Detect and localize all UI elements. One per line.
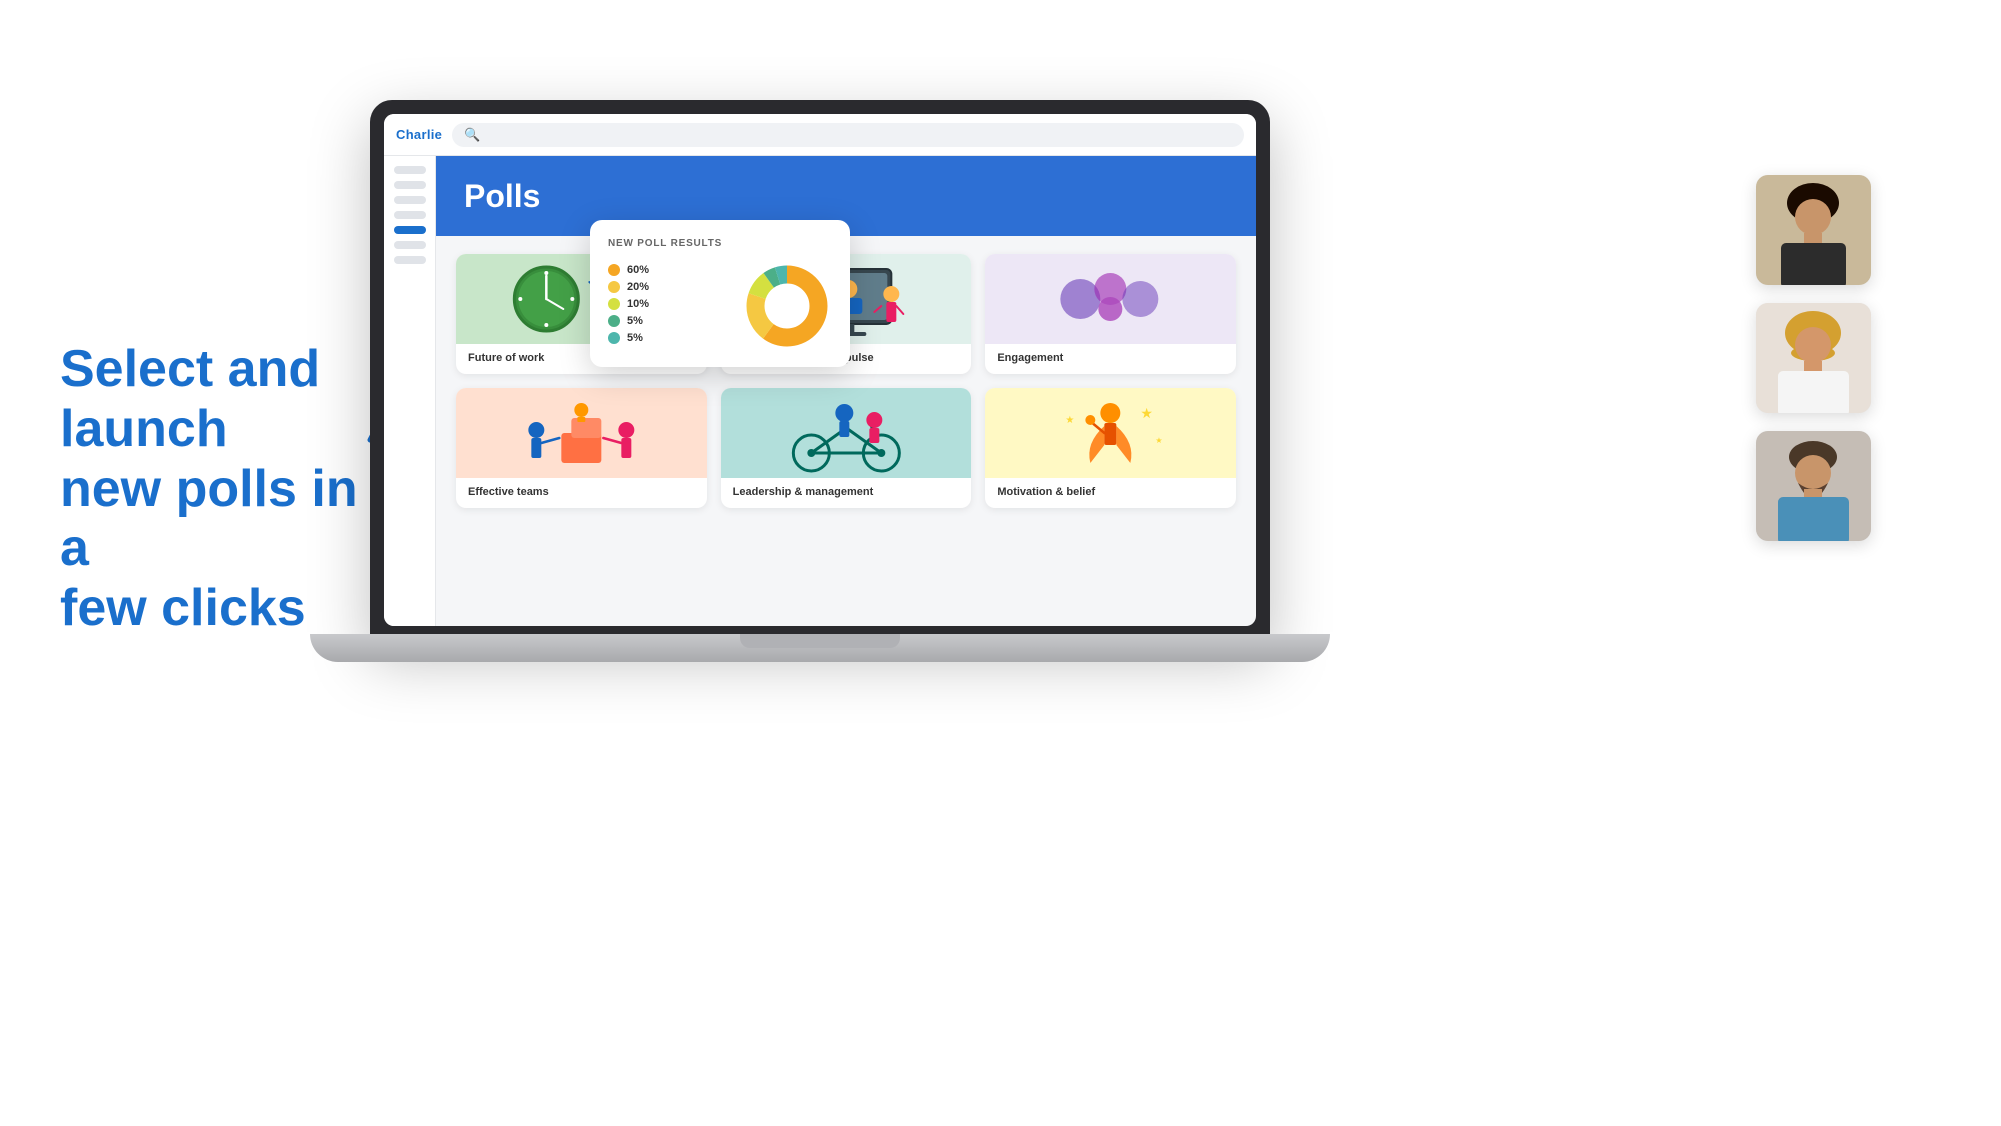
sidebar-item-5-active[interactable] xyxy=(394,226,426,234)
legend-dot-0 xyxy=(608,264,620,276)
card-image-motivation: ★ ★ ★ xyxy=(985,388,1236,478)
search-icon: 🔍 xyxy=(464,127,480,143)
laptop-notch xyxy=(740,634,900,648)
svg-text:★: ★ xyxy=(1066,415,1075,426)
laptop-screen-frame: Charlie 🔍 xyxy=(370,100,1270,640)
poll-card-effective-teams[interactable]: Effective teams xyxy=(456,388,707,508)
avatars-right xyxy=(1756,175,1871,541)
card-image-effective-teams xyxy=(456,388,707,478)
poll-card-engagement[interactable]: Engagement xyxy=(985,254,1236,374)
card-image-engagement xyxy=(985,254,1236,344)
sidebar xyxy=(384,156,436,626)
svg-text:★: ★ xyxy=(1156,436,1163,445)
popup-title: NEW POLL RESULTS xyxy=(608,238,832,249)
sidebar-item-3[interactable] xyxy=(394,196,426,204)
legend-item-2: 10% xyxy=(608,298,730,310)
app-topbar: Charlie 🔍 xyxy=(384,114,1256,156)
headline-line1: Select and launch xyxy=(60,340,320,458)
app-logo: Charlie xyxy=(396,127,442,142)
poll-card-motivation[interactable]: ★ ★ ★ Motivation & belief xyxy=(985,388,1236,508)
illus-engagement xyxy=(985,254,1236,344)
legend-dot-1 xyxy=(608,281,620,293)
legend-item-0: 60% xyxy=(608,264,730,276)
legend-item-4: 5% xyxy=(608,332,730,344)
legend-label-0: 60% xyxy=(627,264,649,276)
card-label-leadership: Leadership & management xyxy=(721,478,972,508)
avatar-card-2 xyxy=(1756,303,1871,413)
card-label-engagement: Engagement xyxy=(985,344,1236,374)
card-label-motivation: Motivation & belief xyxy=(985,478,1236,508)
svg-text:★: ★ xyxy=(1141,405,1154,421)
sidebar-item-6[interactable] xyxy=(394,241,426,249)
illus-leadership xyxy=(721,388,972,478)
card-image-leadership xyxy=(721,388,972,478)
avatar-image-1 xyxy=(1756,175,1871,285)
illus-motivation: ★ ★ ★ xyxy=(985,388,1236,478)
legend-dot-4 xyxy=(608,332,620,344)
sidebar-item-4[interactable] xyxy=(394,211,426,219)
avatar-card-1 xyxy=(1756,175,1871,285)
popup-body: 60% 20% 10% 5% 5% xyxy=(608,261,832,351)
legend-item-3: 5% xyxy=(608,315,730,327)
polls-title: Polls xyxy=(464,178,540,215)
card-label-effective-teams: Effective teams xyxy=(456,478,707,508)
avatar-image-2 xyxy=(1756,303,1871,413)
avatar-card-3 xyxy=(1756,431,1871,541)
sidebar-item-1[interactable] xyxy=(394,166,426,174)
headline-line3: few clicks xyxy=(60,579,306,637)
legend-label-3: 5% xyxy=(627,315,643,327)
legend-list: 60% 20% 10% 5% 5% xyxy=(608,264,730,349)
illus-effective-teams xyxy=(456,388,707,478)
legend-dot-2 xyxy=(608,298,620,310)
laptop-base xyxy=(310,634,1330,662)
legend-dot-3 xyxy=(608,315,620,327)
poll-results-popup: NEW POLL RESULTS 60% 20% 10% 5% 5% xyxy=(590,220,850,367)
legend-label-2: 10% xyxy=(627,298,649,310)
sidebar-item-2[interactable] xyxy=(394,181,426,189)
legend-item-1: 20% xyxy=(608,281,730,293)
legend-label-1: 20% xyxy=(627,281,649,293)
legend-label-4: 5% xyxy=(627,332,643,344)
poll-card-leadership[interactable]: Leadership & management xyxy=(721,388,972,508)
donut-chart xyxy=(742,261,832,351)
search-bar[interactable]: 🔍 xyxy=(452,123,1244,147)
laptop-wrapper: Charlie 🔍 xyxy=(370,100,1290,700)
laptop-screen-inner: Charlie 🔍 xyxy=(384,114,1256,626)
sidebar-item-7[interactable] xyxy=(394,256,426,264)
avatar-image-3 xyxy=(1756,431,1871,541)
